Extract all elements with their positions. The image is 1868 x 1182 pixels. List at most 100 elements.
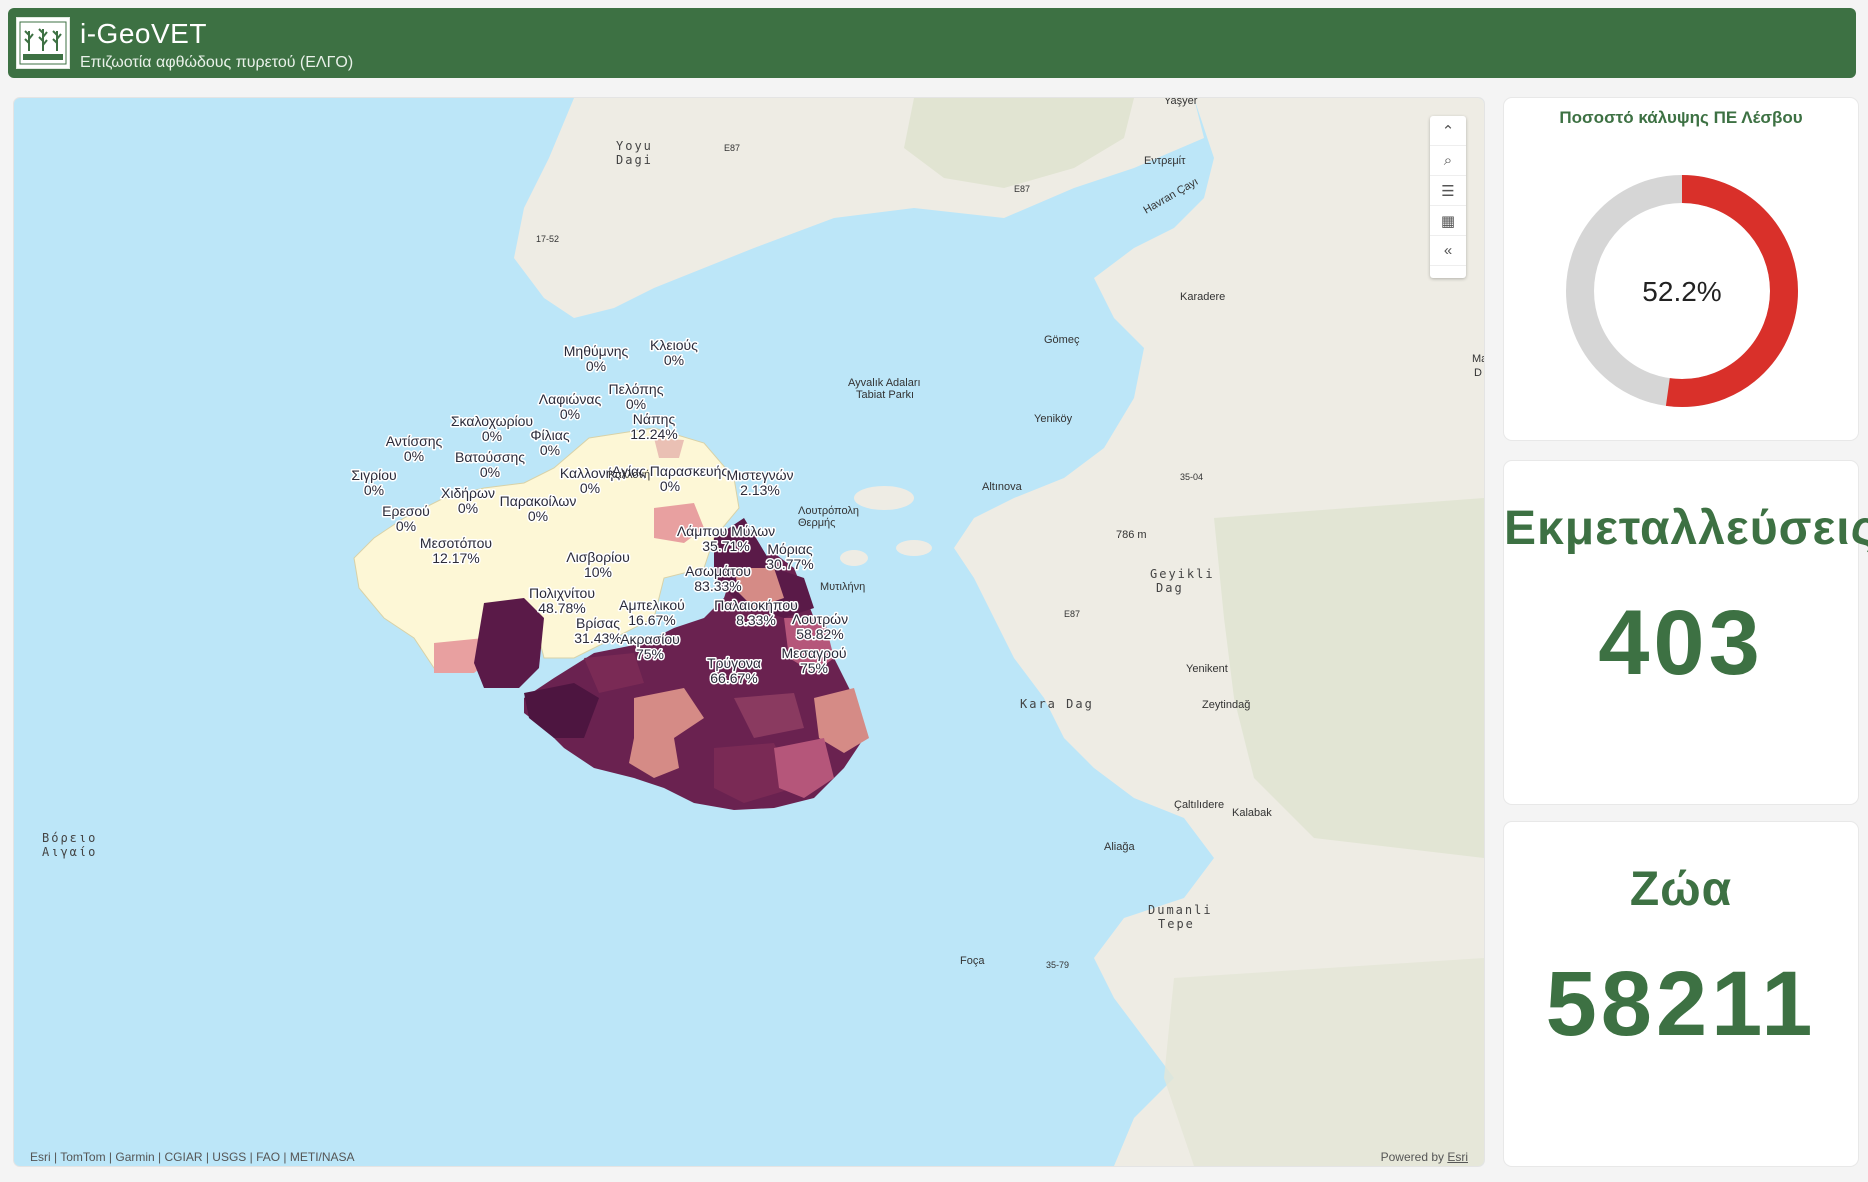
- app-title: i-GeoVET: [80, 18, 207, 49]
- place-yasyer: Yaşyer: [1164, 98, 1198, 107]
- region-value-label: 83.33%: [694, 578, 741, 594]
- region-value-label: 8.33%: [736, 612, 776, 628]
- place-kalloni: Καλλονή: [608, 469, 650, 481]
- place-kara-dag: Kara Dag: [1020, 697, 1094, 711]
- sea-aigaio: Αιγαίο: [42, 845, 97, 859]
- region-name-label: Μεσοτόπου: [420, 535, 492, 551]
- collapse-icon[interactable]: «: [1430, 236, 1466, 266]
- basemap-gallery-icon[interactable]: ▦: [1430, 206, 1466, 236]
- region-name-label: Πολιχνίτου: [529, 585, 595, 601]
- region-name-label: Ασωμάτου: [685, 563, 751, 579]
- island-ayvalik-2: [840, 550, 868, 566]
- map-toolbar: ⌃ ⌕ ☰ ▦ «: [1430, 116, 1466, 278]
- app-header: i-GeoVET Επιζωοτία αφθώδους πυρετού (ΕΛΓ…: [8, 8, 1856, 78]
- road-35-04: 35-04: [1180, 472, 1203, 482]
- app-subtitle: Επιζωοτία αφθώδους πυρετού (ΕΛΓΟ): [80, 54, 354, 71]
- region-value-label: 0%: [660, 478, 680, 494]
- place-yenikoy: Yeniköy: [1034, 413, 1073, 425]
- road-e87-c: E87: [1064, 609, 1080, 619]
- region-name-label: Σκαλοχωρίου: [451, 413, 533, 429]
- place-altinova: Altınova: [982, 481, 1023, 493]
- place-loutropoli: Λουτρόπολη: [798, 505, 859, 517]
- gauge-value: 52.2%: [1642, 276, 1721, 307]
- place-kalabak: Kalabak: [1232, 807, 1272, 819]
- road-35-79: 35-79: [1046, 960, 1069, 970]
- region-name-label: Λουτρών: [792, 611, 848, 627]
- place-ayvalik-1: Ayvalık Adaları: [848, 377, 921, 389]
- place-geyikli: Geyikli: [1150, 567, 1215, 581]
- place-mytilini: Μυτιλήνη: [820, 581, 865, 593]
- place-dagi: Dagi: [616, 153, 653, 167]
- place-ayvalik-2: Tabiat Parkı: [856, 389, 914, 401]
- region-name-label: Μόριας: [767, 541, 813, 557]
- region-value-label: 0%: [664, 352, 684, 368]
- region-value-label: 0%: [396, 518, 416, 534]
- region-value-label: 66.67%: [710, 670, 757, 686]
- place-caltilidere: Çaltılıdere: [1174, 799, 1224, 811]
- animals-card: Ζώα 58211: [1504, 822, 1858, 1166]
- region-name-label: Μεσαγρού: [781, 645, 846, 661]
- map-attribution: Esri | TomTom | Garmin | CGIAR | USGS | …: [30, 1150, 355, 1164]
- powered-by-prefix: Powered by: [1380, 1150, 1448, 1164]
- region-value-label: 0%: [458, 500, 478, 516]
- map-view[interactable]: Μηθύμνης 0% Κλειούς 0% Πελόπης 0% Λαφιώνας 0% Νά…: [14, 98, 1484, 1166]
- place-yenikent: Yenikent: [1186, 663, 1228, 675]
- region-name-label: Νάπης: [633, 411, 676, 427]
- region-value-label: 0%: [528, 508, 548, 524]
- legend-icon[interactable]: ☰: [1430, 176, 1466, 206]
- region-name-label: Λισβορίου: [566, 549, 629, 565]
- region-value-label: 0%: [480, 464, 500, 480]
- region-value-label: 12.17%: [432, 550, 479, 566]
- region-value-label: 75%: [800, 660, 828, 676]
- elevation-786: 786 m: [1116, 529, 1147, 541]
- region-name-label: Λαφιώνας: [539, 391, 602, 407]
- road-e87-b: E87: [1014, 184, 1030, 194]
- map-canvas[interactable]: Μηθύμνης0%Κλειούς0%Πελόπης0%Λαφιώνας0% Νά…: [14, 98, 1484, 1166]
- search-icon[interactable]: ⌕: [1430, 146, 1466, 176]
- holdings-value: 403: [1598, 592, 1764, 694]
- coverage-gauge: 52.2%: [1566, 175, 1798, 407]
- region-name-label: Τρύγονα: [707, 655, 761, 671]
- region-value-label: 31.43%: [574, 630, 621, 646]
- terrain-southeast: [1164, 958, 1484, 1166]
- region-name-label: Παρακοίλων: [500, 493, 577, 509]
- place-geyikli-dag: Dag: [1156, 581, 1184, 595]
- region-name-label: Χιδήρων: [441, 485, 495, 501]
- coverage-gauge-card: Ποσοστό κάλυψης ΠΕ Λέσβου 52.2%: [1504, 98, 1858, 440]
- region-value-label: 75%: [636, 646, 664, 662]
- island-ayvalik: [854, 486, 914, 510]
- region-value-label: 12.24%: [630, 426, 677, 442]
- esri-link[interactable]: Esri: [1447, 1150, 1468, 1164]
- place-zeytindag: Zeytindağ: [1202, 699, 1250, 711]
- region-name-label: Βατούσσης: [455, 449, 525, 465]
- elgo-logo: [16, 17, 70, 69]
- place-edge-d: D: [1474, 367, 1482, 379]
- region-value-label: 0%: [364, 482, 384, 498]
- region-value-label: 30.77%: [766, 556, 813, 572]
- zone-mesagrou: [774, 738, 834, 798]
- place-edge-m: Ma: [1472, 353, 1484, 365]
- region-name-label: Σιγρίου: [351, 467, 396, 483]
- place-dumanli-tepe: Tepe: [1158, 917, 1195, 931]
- region-name-label: Φίλιας: [530, 427, 569, 443]
- region-name-label: Βρίσας: [576, 615, 620, 631]
- place-gomec: Gömeç: [1044, 334, 1080, 346]
- region-value-label: 0%: [404, 448, 424, 464]
- region-name-label: Ερεσού: [382, 503, 430, 519]
- region-value-label: 0%: [540, 442, 560, 458]
- region-name-label: Αμπελικού: [619, 597, 685, 613]
- region-value-label: 58.82%: [796, 626, 843, 642]
- place-karadere: Karadere: [1180, 291, 1225, 303]
- sea-boreio: Βόρειο: [42, 831, 97, 845]
- region-name-label: Μιστεγνών: [726, 467, 793, 483]
- place-aliaga: Aliağa: [1104, 841, 1135, 853]
- region-value-label: 0%: [586, 358, 606, 374]
- island-ayvalik-3: [896, 540, 932, 556]
- place-foca: Foça: [960, 955, 985, 967]
- chevron-up-icon[interactable]: ⌃: [1430, 116, 1466, 146]
- region-name-label: Κλειούς: [650, 337, 698, 353]
- animals-value: 58211: [1545, 953, 1817, 1055]
- region-value-label: 0%: [482, 428, 502, 444]
- animals-title: Ζώα: [1629, 863, 1733, 916]
- region-name-label: Λάμπου Μύλων: [677, 523, 775, 539]
